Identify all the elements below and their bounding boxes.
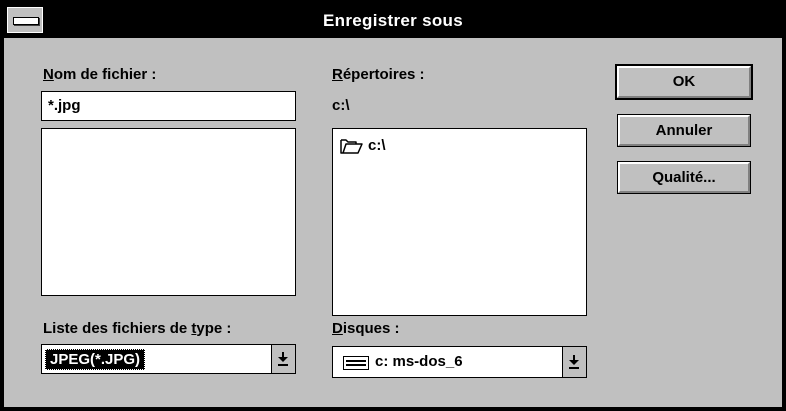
directory-item-label: c:\ (368, 137, 386, 154)
ok-button-label: OK (672, 73, 696, 90)
window-title: Enregistrer sous (323, 11, 463, 30)
quality-button-label: Qualité... (652, 169, 716, 186)
drives-selected: c: ms-dos_6 (375, 353, 463, 370)
quality-button[interactable]: Qualité... (617, 161, 751, 194)
filetype-dropdown-button[interactable] (271, 345, 295, 373)
ok-button[interactable]: OK (615, 64, 753, 100)
filetype-selected: JPEG(*.JPG) (45, 349, 146, 370)
save-as-dialog: Enregistrer sous Nom de fichier : *.jpg … (0, 0, 786, 411)
drives-label: Disques : (332, 320, 400, 337)
filename-input[interactable]: *.jpg (41, 91, 296, 121)
directories-label: Répertoires : (332, 66, 425, 83)
filename-label: Nom de fichier : (43, 66, 157, 83)
system-menu-button[interactable] (7, 7, 43, 33)
filetype-select[interactable]: JPEG(*.JPG) (41, 344, 296, 374)
cancel-button[interactable]: Annuler (617, 114, 751, 147)
system-menu-icon (13, 17, 39, 25)
current-directory-path: c:\ (332, 97, 350, 114)
open-folder-icon (340, 139, 363, 154)
title-bar: Enregistrer sous (4, 4, 782, 38)
directory-list[interactable]: c:\ (332, 128, 587, 316)
drive-icon (343, 356, 369, 370)
cancel-button-label: Annuler (655, 122, 713, 139)
drives-select[interactable]: c: ms-dos_6 (332, 346, 587, 378)
filetype-label: Liste des fichiers de type : (43, 320, 232, 337)
filename-input-value: *.jpg (48, 97, 81, 114)
drives-dropdown-button[interactable] (562, 347, 586, 377)
file-list[interactable] (41, 128, 296, 296)
dropdown-arrow-icon (569, 355, 579, 369)
dropdown-arrow-icon (278, 352, 288, 366)
